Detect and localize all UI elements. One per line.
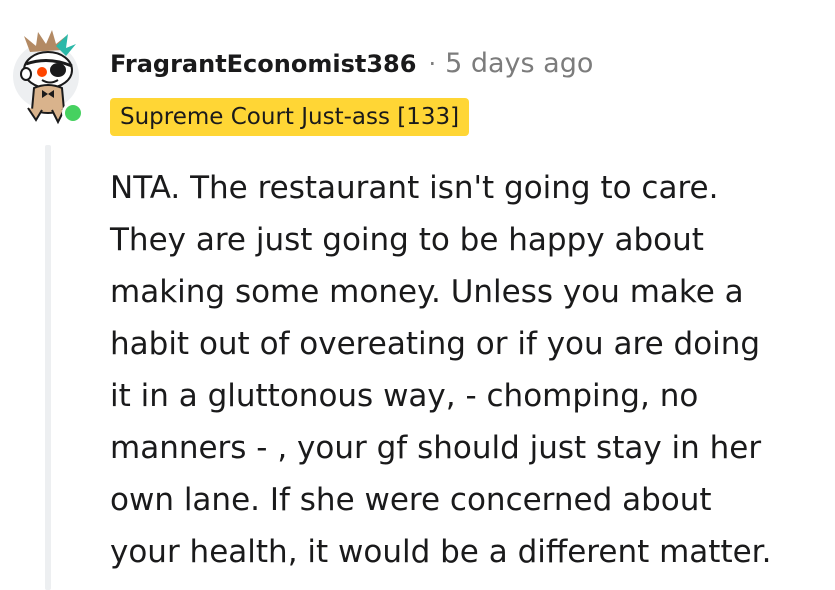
- comment-body-line: making some money. Unless you make a: [110, 274, 744, 310]
- comment-body-line: NTA. The restaurant isn't going to care.: [110, 170, 719, 206]
- comment-meta: FragrantEconomist386 · 5 days ago: [110, 48, 593, 88]
- comment-body-line: habit out of overeating or if you are do…: [110, 326, 761, 362]
- meta-separator: ·: [428, 50, 437, 78]
- author-username[interactable]: FragrantEconomist386: [110, 50, 416, 78]
- online-status-indicator: [62, 102, 84, 124]
- comment-card: FragrantEconomist386 · 5 days ago Suprem…: [0, 0, 835, 590]
- comment-body: NTA. The restaurant isn't going to care.…: [110, 162, 825, 578]
- comment-timestamp[interactable]: 5 days ago: [445, 48, 593, 79]
- comment-body-line: They are just going to be happy about: [110, 222, 704, 258]
- comment-body-line: it in a gluttonous way, - chomping, no: [110, 378, 699, 414]
- comment-body-line: manners - , your gf should just stay in …: [110, 430, 762, 466]
- user-flair-badge: Supreme Court Just-ass [133]: [110, 98, 470, 136]
- comment-body-line: own lane. If she were concerned about: [110, 482, 712, 518]
- comment-body-line: your health, it would be a different mat…: [110, 534, 772, 570]
- thread-collapse-line[interactable]: [45, 145, 51, 590]
